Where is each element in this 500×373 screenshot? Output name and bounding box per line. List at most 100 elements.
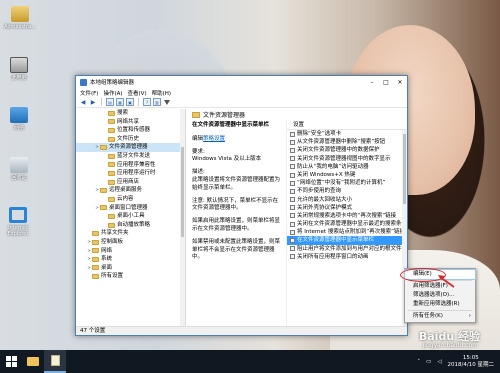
back-arrow-icon[interactable]: ◀ bbox=[79, 98, 87, 106]
clock-date: 2018/4/10 星期二 bbox=[447, 361, 494, 368]
tree-scrollbar[interactable] bbox=[179, 109, 185, 326]
policy-setting-icon bbox=[289, 229, 295, 235]
volume-icon[interactable]: ◁ bbox=[437, 359, 441, 365]
setting-row[interactable]: 关闭 Windows+X 热键 bbox=[287, 171, 407, 179]
network-tray-icon[interactable]: ▭ bbox=[426, 359, 431, 365]
setting-row[interactable]: 在文件资源管理器中显示菜单栏 bbox=[286, 236, 407, 245]
folder-icon bbox=[108, 136, 115, 142]
setting-row[interactable]: 防止从“我的电脑”访问驱动器 bbox=[287, 163, 407, 171]
tree-item[interactable]: 所有设置 bbox=[76, 272, 185, 281]
setting-label: 删除“安全”选项卡 bbox=[296, 131, 342, 137]
forward-arrow-icon[interactable]: ▶ bbox=[89, 98, 97, 106]
desktop-icon-recycle-bin[interactable]: 回收站 bbox=[1, 157, 37, 181]
network-icon bbox=[10, 107, 28, 123]
desktop-icon-label: 此电脑 bbox=[11, 75, 27, 81]
folder-icon bbox=[108, 127, 115, 133]
close-button[interactable]: ✕ bbox=[393, 76, 407, 88]
policy-setting-icon bbox=[289, 147, 295, 153]
tree-item[interactable]: > 桌面窗口管理器 bbox=[76, 204, 185, 213]
tree-item[interactable]: 桌面小工具 bbox=[76, 212, 185, 221]
tree-item[interactable]: 文件历史 bbox=[76, 135, 185, 144]
policy-setting-icon bbox=[289, 164, 295, 170]
folder-icon bbox=[108, 170, 115, 176]
setting-row[interactable]: 关闭文件资源管理器中的数据保护 bbox=[287, 146, 407, 154]
desktop-icon-computer[interactable]: 此电脑 bbox=[1, 57, 37, 81]
tree-item-label: 自动播放策略 bbox=[117, 221, 151, 228]
maximize-button[interactable]: □ bbox=[379, 76, 393, 88]
tree-item[interactable]: 共享文件夹 bbox=[76, 229, 185, 238]
tree-item[interactable]: > 文件资源管理器 bbox=[76, 143, 185, 152]
tree-item[interactable]: > 桌面 bbox=[76, 264, 185, 273]
tree-item-label: 蓝牙文件发送 bbox=[117, 152, 151, 159]
window-title: 本地组策略编辑器 bbox=[90, 80, 135, 86]
export-list-icon[interactable]: ▣ bbox=[126, 98, 134, 106]
tree-item[interactable]: 应用商店 bbox=[76, 178, 185, 187]
tree-item[interactable]: 自动播放策略 bbox=[76, 221, 185, 230]
context-menu-item[interactable]: 所有任务(K) › bbox=[405, 312, 475, 321]
menu-help[interactable]: 帮助(H) bbox=[152, 89, 171, 97]
desktop-icon-admin[interactable]: Administra... bbox=[2, 6, 38, 30]
folder-icon bbox=[92, 248, 99, 254]
desktop-icon-ie[interactable]: Internet Explorer bbox=[0, 207, 36, 237]
clock[interactable]: 15:05 2018/4/10 星期二 bbox=[448, 355, 494, 369]
show-hide-tree-icon[interactable]: ▤ bbox=[106, 98, 114, 106]
policy-title: 在文件资源管理器中显示菜单栏 bbox=[191, 122, 269, 128]
folder-icon bbox=[108, 222, 115, 228]
desktop-icon-network[interactable]: 网络 bbox=[1, 107, 37, 131]
menu-view[interactable]: 查看(V) bbox=[128, 89, 147, 97]
setting-label: 在文件资源管理器中显示菜单栏 bbox=[296, 237, 374, 244]
window-titlebar[interactable]: 本地组策略编辑器 – □ ✕ bbox=[76, 76, 407, 88]
properties-icon[interactable]: ▦ bbox=[116, 98, 124, 106]
tree-item[interactable]: > 网络 bbox=[76, 247, 185, 256]
setting-row[interactable]: 将 Internet 搜索站点附加到“再次搜索”链接 bbox=[287, 228, 407, 236]
tree-item[interactable]: 位置和传感器 bbox=[76, 126, 185, 135]
tree-scrollbar-thumb[interactable] bbox=[180, 147, 184, 237]
folder-icon bbox=[92, 256, 99, 262]
setting-row[interactable]: 阻止用户将文件添加到与用户对应的根文件夹 bbox=[287, 245, 407, 253]
setting-row[interactable]: 关闭常规搜索选项卡中的“再次搜索”链接 bbox=[287, 212, 407, 220]
menu-action[interactable]: 操作(A) bbox=[103, 89, 122, 97]
setting-label: 关闭常规搜索选项卡中的“再次搜索”链接 bbox=[296, 212, 397, 219]
minimize-button[interactable]: – bbox=[365, 76, 379, 88]
setting-row[interactable]: 关闭外壳协议保护模式 bbox=[287, 204, 407, 212]
setting-label: 关闭文件资源管理器中的数据保护 bbox=[296, 147, 380, 154]
policy-setting-icon bbox=[289, 254, 295, 260]
setting-row[interactable]: 从文件资源管理器中删除“搜索”按钮 bbox=[287, 138, 407, 146]
tree-item[interactable]: 应用程序兼容性 bbox=[76, 161, 185, 170]
folder-icon bbox=[108, 213, 115, 219]
folder-icon bbox=[108, 196, 115, 202]
start-button[interactable] bbox=[0, 350, 22, 373]
taskbar-file-explorer[interactable] bbox=[22, 350, 44, 373]
policy-setting-icon bbox=[289, 180, 295, 186]
setting-row[interactable]: 关闭文件资源管理器视图中的数字显示 bbox=[287, 155, 407, 163]
tree-item[interactable]: 网络共享 bbox=[76, 118, 185, 127]
tree-item[interactable]: 蓝牙文件发送 bbox=[76, 152, 185, 161]
setting-row[interactable]: 允许的最大回收站大小 bbox=[287, 196, 407, 204]
setting-row[interactable]: 关闭所有应用程序窗口的动画 bbox=[287, 253, 407, 261]
tree-item[interactable]: 云内容 bbox=[76, 195, 185, 204]
setting-row[interactable]: 删除“安全”选项卡 bbox=[287, 130, 407, 138]
folder-icon bbox=[108, 110, 115, 116]
setting-label: “网络位置”中没有“我附近的计算机” bbox=[296, 180, 386, 187]
menu-file[interactable]: 文件(F) bbox=[80, 89, 98, 97]
context-menu-item[interactable]: 筛选器选项(O)... bbox=[405, 291, 475, 300]
edit-policy-link[interactable]: 策略设置 bbox=[203, 136, 225, 142]
setting-row[interactable]: “网络位置”中没有“我附近的计算机” bbox=[287, 179, 407, 187]
tree-item[interactable]: 应用程序运行时 bbox=[76, 169, 185, 178]
policy-setting-icon bbox=[289, 221, 295, 227]
tree-item[interactable]: > 系统 bbox=[76, 255, 185, 264]
help-icon[interactable]: ? bbox=[143, 98, 151, 106]
taskbar-policy-editor[interactable] bbox=[44, 350, 66, 373]
tray-expand-icon[interactable]: ˄ bbox=[417, 359, 420, 365]
settings-scrollbar-thumb[interactable] bbox=[403, 134, 406, 204]
tree-item-label: 所有设置 bbox=[101, 273, 124, 280]
tree-item[interactable]: > 控制面板 bbox=[76, 238, 185, 247]
filter-icon[interactable] bbox=[163, 98, 171, 106]
tree-item[interactable]: 搜索 bbox=[76, 109, 185, 118]
action-pane-icon[interactable]: ▥ bbox=[153, 98, 161, 106]
setting-row[interactable]: 不同步使用的查询 bbox=[287, 187, 407, 195]
setting-row[interactable]: 关闭在文件资源管理器中显示最近的搜索条目 bbox=[287, 220, 407, 228]
context-menu-item[interactable]: 重新应用筛选器(R) bbox=[405, 300, 475, 309]
settings-column-header[interactable]: 设置 bbox=[286, 120, 407, 130]
tree-item[interactable]: > 远程桌面服务 bbox=[76, 186, 185, 195]
